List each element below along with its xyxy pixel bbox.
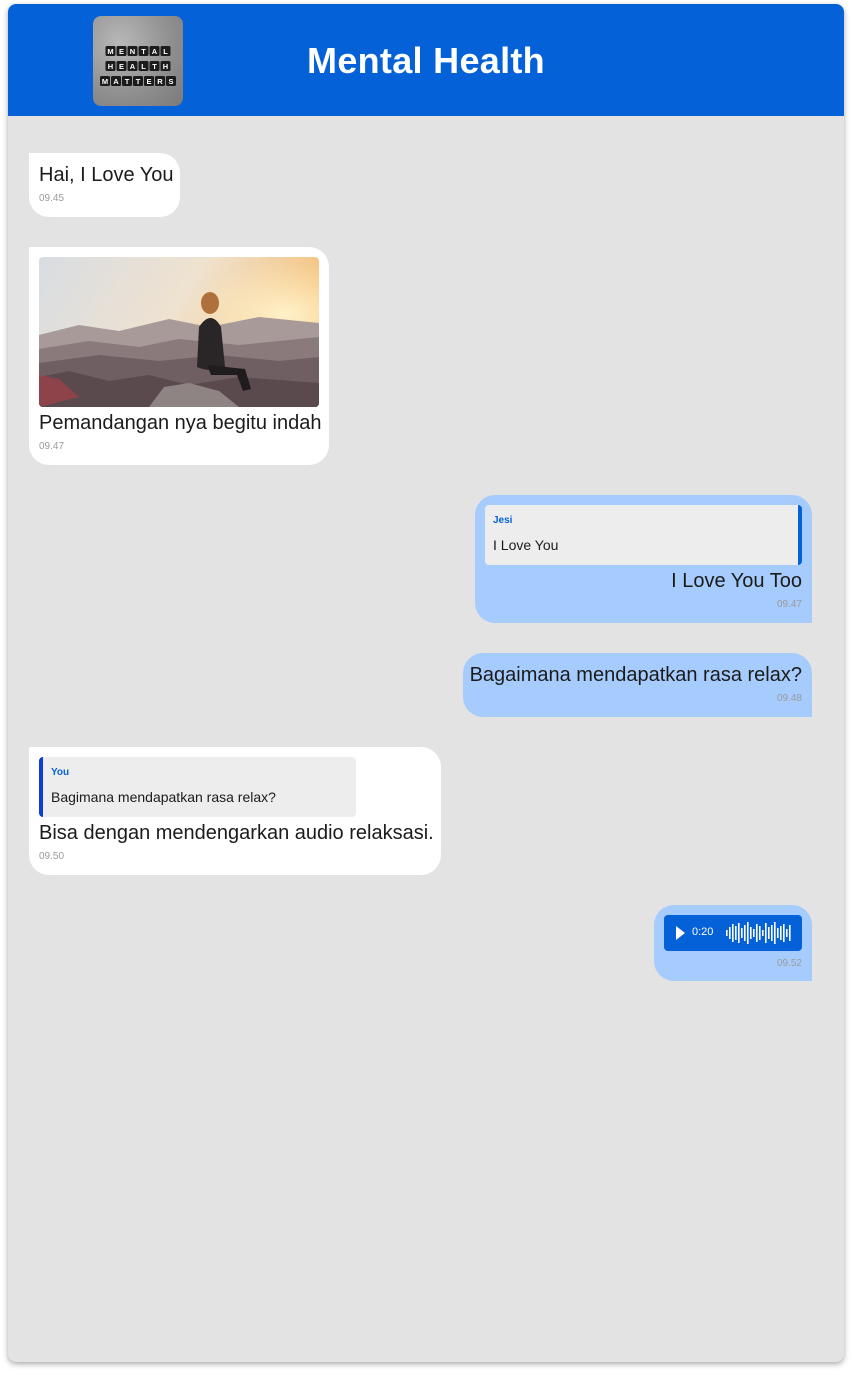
waveform-bar bbox=[726, 930, 728, 936]
waveform-bar bbox=[789, 925, 791, 941]
message-text: Bisa dengan mendengarkan audio relaksasi… bbox=[39, 822, 434, 844]
waveform-bar bbox=[741, 928, 743, 938]
message-text: Bagaimana mendapatkan rasa relax? bbox=[469, 664, 802, 686]
waveform-bar bbox=[756, 924, 758, 942]
message-text: Hai, I Love You bbox=[39, 164, 174, 186]
reply-quote[interactable]: You Bagimana mendapatkan rasa relax? bbox=[39, 757, 356, 817]
reply-author: You bbox=[51, 767, 70, 778]
message-bubble-audio[interactable]: 0:20 09.52 bbox=[654, 905, 812, 981]
waveform-bar bbox=[738, 923, 740, 943]
waveform-bar bbox=[762, 930, 764, 936]
chat-window: MENTALHEALTHMATTERS Mental Health Hai, I… bbox=[8, 4, 844, 1362]
waveform-icon[interactable] bbox=[726, 921, 796, 945]
message-bubble-image[interactable]: Pemandangan nya begitu indah 09.47 bbox=[29, 247, 329, 465]
audio-player[interactable]: 0:20 bbox=[664, 915, 802, 951]
message-bubble-outgoing-reply[interactable]: Jesi I Love You I Love You Too 09.47 bbox=[475, 495, 812, 623]
reply-author: Jesi bbox=[493, 515, 513, 526]
message-text: Pemandangan nya begitu indah bbox=[39, 412, 322, 434]
message-time: 09.50 bbox=[39, 851, 65, 862]
reply-text: I Love You bbox=[493, 537, 559, 553]
chat-header: MENTALHEALTHMATTERS Mental Health bbox=[8, 4, 844, 116]
message-time: 09.45 bbox=[39, 193, 65, 204]
chat-title: Mental Health bbox=[307, 40, 545, 81]
reply-quote[interactable]: Jesi I Love You bbox=[485, 505, 802, 565]
waveform-bar bbox=[744, 925, 746, 941]
waveform-bar bbox=[777, 928, 779, 938]
message-time: 09.47 bbox=[39, 441, 65, 452]
waveform-bar bbox=[771, 925, 773, 941]
waveform-bar bbox=[753, 929, 755, 937]
waveform-bar bbox=[759, 926, 761, 940]
waveform-bar bbox=[786, 929, 788, 937]
waveform-bar bbox=[747, 922, 749, 944]
waveform-bar bbox=[735, 926, 737, 940]
waveform-bar bbox=[783, 924, 785, 942]
audio-duration: 0:20 bbox=[692, 926, 714, 938]
message-time: 09.48 bbox=[776, 693, 802, 704]
message-bubble-incoming[interactable]: Hai, I Love You 09.45 bbox=[29, 153, 180, 217]
shared-photo[interactable] bbox=[39, 257, 319, 407]
waveform-bar bbox=[774, 922, 776, 944]
waveform-bar bbox=[729, 927, 731, 939]
message-time: 09.47 bbox=[776, 599, 802, 610]
message-time: 09.52 bbox=[776, 958, 802, 969]
message-bubble-incoming-reply[interactable]: You Bagimana mendapatkan rasa relax? Bis… bbox=[29, 747, 441, 875]
waveform-bar bbox=[780, 926, 782, 940]
waveform-bar bbox=[765, 923, 767, 943]
photo-landscape-graphic bbox=[39, 257, 319, 407]
waveform-bar bbox=[768, 927, 770, 939]
reply-text: Bagimana mendapatkan rasa relax? bbox=[51, 789, 276, 805]
message-bubble-outgoing[interactable]: Bagaimana mendapatkan rasa relax? 09.48 bbox=[463, 653, 812, 717]
play-icon[interactable] bbox=[676, 926, 685, 940]
waveform-bar bbox=[750, 927, 752, 939]
waveform-bar bbox=[732, 924, 734, 942]
message-text: I Love You Too bbox=[671, 570, 802, 592]
